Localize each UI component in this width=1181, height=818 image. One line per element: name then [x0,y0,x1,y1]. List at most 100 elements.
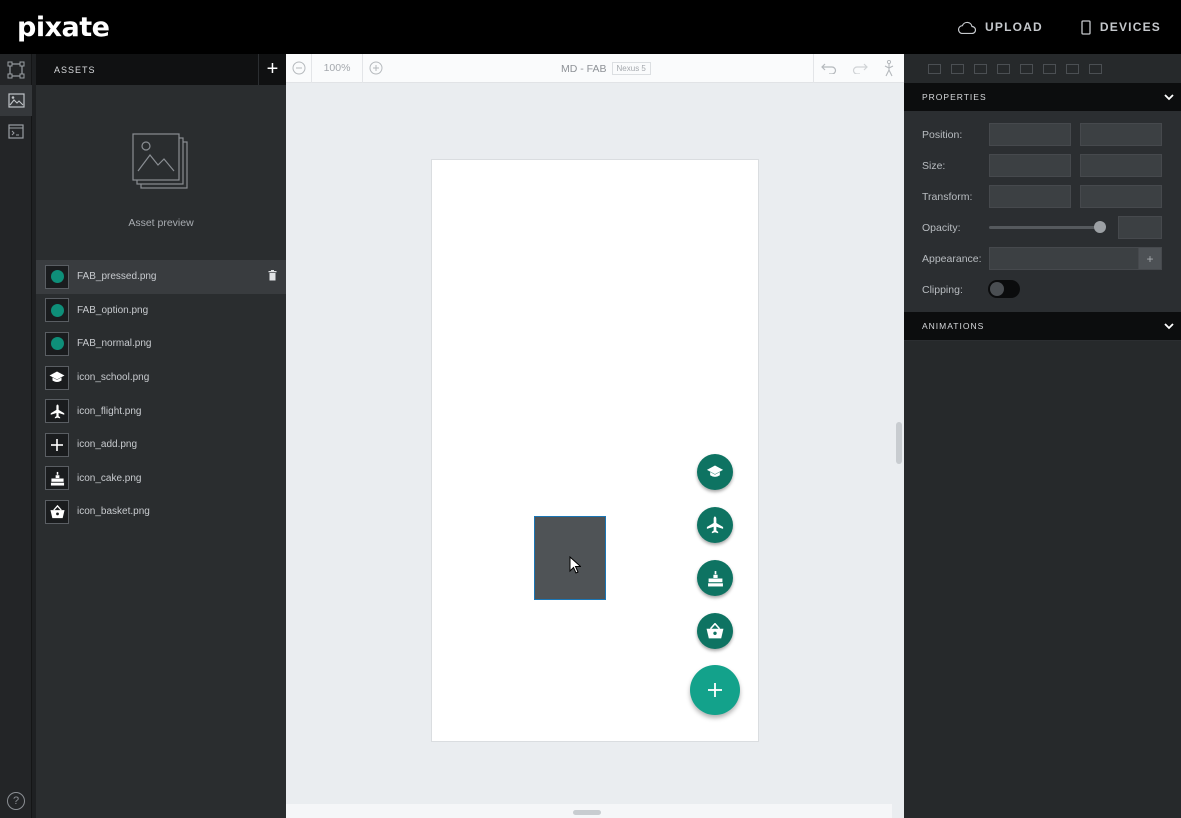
animations-header[interactable]: ANIMATIONS [904,312,1181,340]
vertical-scrollbar[interactable] [896,422,902,464]
transform-label: Transform: [922,190,973,203]
devices-label: DEVICES [1099,20,1161,34]
align-icon[interactable] [1043,63,1056,74]
redo-button[interactable] [844,54,874,83]
opacity-slider-track[interactable] [989,226,1099,229]
terminal-icon [8,124,24,139]
asset-thumbnail [45,499,69,524]
appearance-field[interactable] [989,247,1139,270]
chevron-down-icon [1164,322,1174,329]
width-field[interactable] [989,154,1071,177]
assets-panel: ASSETS + Asset preview FAB_pressed.png F… [36,54,286,818]
asset-thumbnail [45,298,69,323]
undo-button[interactable] [814,54,844,83]
redo-icon [852,63,868,74]
opacity-field[interactable] [1118,216,1162,239]
layers-tool-button[interactable] [0,54,32,85]
add-appearance-button[interactable]: + [1138,247,1162,270]
list-item[interactable]: icon_add.png [36,428,286,462]
fab-option-basket[interactable] [697,613,733,649]
asset-thumbnail [45,399,69,424]
list-item[interactable]: FAB_option.png [36,294,286,328]
preview-mode-button[interactable] [874,54,904,83]
fab-option-flight[interactable] [697,507,733,543]
asset-thumbnail [45,331,69,356]
height-field[interactable] [1080,154,1162,177]
cursor-icon [569,556,581,574]
trash-icon[interactable] [268,270,277,281]
fab-main-button[interactable] [690,665,740,715]
zoom-level[interactable]: 100% [311,53,363,83]
asset-list: FAB_pressed.png FAB_option.png FAB_norma… [36,260,286,529]
top-actions: UPLOAD DEVICES [958,0,1161,54]
size-label: Size: [922,159,946,172]
fab-option-cake[interactable] [697,560,733,596]
toggle-knob [990,282,1004,296]
horizontal-scrollbar[interactable] [573,810,601,815]
asset-name: FAB_pressed.png [77,271,157,283]
devices-button[interactable]: DEVICES [1081,19,1161,35]
cake-icon [50,471,64,486]
align-icon[interactable] [1066,63,1079,74]
properties-header[interactable]: PROPERTIES [904,83,1181,111]
zoom-out-icon [292,61,305,75]
canvas-toolbar: 100% MD - FAB Nexus 5 [286,53,904,83]
assets-tool-button[interactable] [0,85,32,116]
frame-icon [7,61,25,78]
add-icon [708,683,722,697]
opacity-slider-handle[interactable] [1094,221,1106,233]
chevron-down-icon [1164,93,1174,100]
list-item[interactable]: icon_school.png [36,361,286,395]
list-item[interactable]: icon_cake.png [36,462,286,496]
align-icon[interactable] [951,63,964,74]
align-icon[interactable] [997,63,1010,74]
clipping-label: Clipping: [922,283,963,296]
list-item[interactable]: icon_flight.png [36,394,286,428]
align-icon[interactable] [1089,63,1102,74]
asset-name: icon_school.png [77,372,150,384]
properties-title: PROPERTIES [922,92,987,102]
add-icon [51,438,63,451]
basket-icon [706,623,724,639]
upload-button[interactable]: UPLOAD [958,20,1043,34]
person-icon [884,60,894,77]
undo-icon [820,63,836,74]
list-item[interactable]: FAB_normal.png [36,327,286,361]
align-icon[interactable] [1020,63,1033,74]
list-item[interactable]: icon_basket.png [36,495,286,529]
position-row: Position: [904,119,1181,150]
device-frame [431,159,759,742]
selected-layer[interactable] [534,516,606,600]
clipping-toggle[interactable] [988,280,1020,298]
device-badge[interactable]: Nexus 5 [611,62,651,75]
animations-title: ANIMATIONS [922,321,985,331]
rotation-field[interactable] [989,185,1071,208]
asset-thumbnail [45,432,69,457]
flight-icon [50,404,64,419]
clipping-row: Clipping: [904,274,1181,305]
asset-preview-label: Asset preview [128,217,194,229]
teal-circle-icon [50,270,64,284]
align-icon[interactable] [928,63,941,74]
assets-title: ASSETS [54,64,96,75]
position-x-field[interactable] [989,123,1071,146]
list-item[interactable]: FAB_pressed.png [36,260,286,294]
image-stack-icon [132,133,188,189]
opacity-row: Opacity: [904,212,1181,243]
opacity-label: Opacity: [922,221,961,234]
size-row: Size: [904,150,1181,181]
align-icon[interactable] [974,63,987,74]
image-icon [7,93,25,108]
help-icon[interactable]: ? [7,792,25,810]
add-asset-button[interactable]: + [258,54,286,85]
position-y-field[interactable] [1080,123,1162,146]
scale-field[interactable] [1080,185,1162,208]
fab-option-school[interactable] [697,454,733,490]
animations-content [904,341,1181,818]
zoom-in-button[interactable] [363,54,388,83]
phone-icon [1081,19,1091,35]
transform-row: Transform: [904,181,1181,212]
code-tool-button[interactable] [0,116,32,147]
zoom-out-button[interactable] [286,54,311,83]
canvas-area: 100% MD - FAB Nexus 5 [286,53,904,818]
